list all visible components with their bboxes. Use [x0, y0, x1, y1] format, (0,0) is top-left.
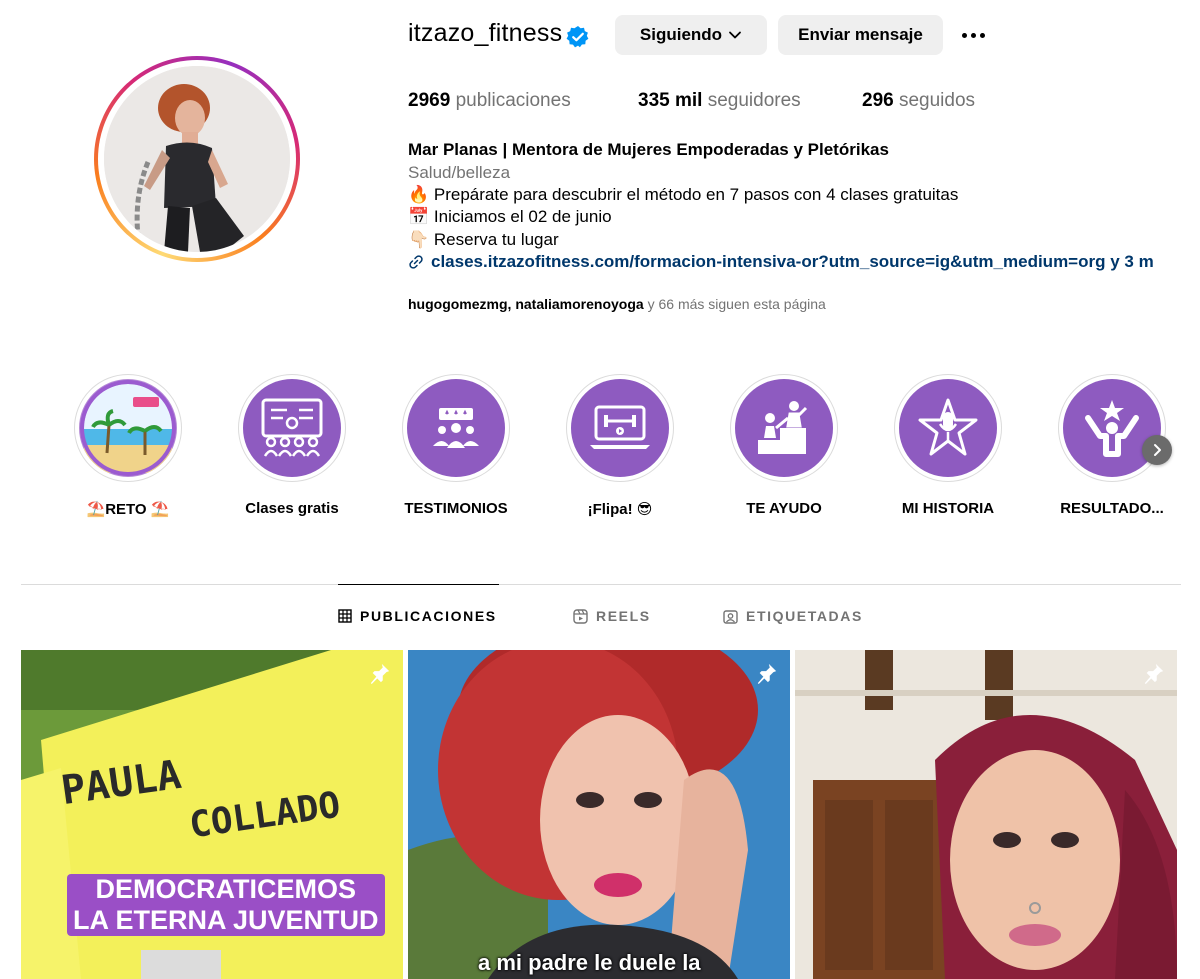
tab-etiquetadas[interactable]: ETIQUETADAS — [723, 608, 863, 624]
tagged-icon — [723, 609, 738, 624]
celebration-icon — [1063, 379, 1161, 477]
highlight-clases-gratis[interactable]: Clases gratis — [210, 374, 374, 517]
reels-icon — [573, 608, 588, 624]
avatar[interactable] — [104, 66, 290, 252]
avatar-gap — [98, 60, 296, 258]
highlight-ring — [1058, 374, 1166, 482]
post-tile[interactable]: PAULA COLLADO DEMOCRATICEMOS LA ETERNA J… — [21, 650, 403, 979]
highlight-label: RESULTADO... — [1060, 500, 1164, 517]
bio-line-3: 👇🏻 Reserva tu lugar — [408, 230, 559, 249]
highlight-label: ⛱️RETO ⛱️ — [86, 501, 170, 518]
help-step-icon — [735, 379, 833, 477]
posts-count-value: 2969 — [408, 90, 451, 111]
pinned-icon — [370, 663, 390, 684]
post-image — [408, 650, 790, 979]
posts-count: 2969 publicaciones — [408, 90, 571, 112]
followed-by-rest: y 66 más siguen esta página — [647, 296, 826, 312]
profile-username: itzazo_fitness — [408, 19, 563, 47]
chevron-down-icon — [729, 31, 741, 39]
highlight-ring — [402, 374, 510, 482]
tab-reels[interactable]: REELS — [573, 608, 651, 624]
highlight-ring — [238, 374, 346, 482]
post-caption-line-1: DEMOCRATICEMOS — [95, 874, 357, 904]
tab-publicaciones[interactable]: PUBLICACIONES — [338, 608, 497, 624]
avatar-photo — [104, 66, 290, 252]
followed-by[interactable]: hugogomezmg, nataliamorenoyoga y 66 más … — [408, 296, 826, 312]
pinned-icon — [1144, 663, 1164, 684]
highlight-ring — [730, 374, 838, 482]
post-image — [795, 650, 1177, 979]
highlight-label: TE AYUDO — [746, 500, 822, 517]
following-button[interactable]: Siguiendo — [615, 15, 767, 55]
verified-badge-icon — [566, 26, 589, 48]
star-microphone-icon — [899, 379, 997, 477]
highlight-reto[interactable]: ⛱️RETO ⛱️ — [46, 374, 210, 518]
tab-label: REELS — [596, 608, 651, 624]
tab-label: PUBLICACIONES — [360, 608, 497, 624]
beach-icon — [79, 379, 177, 477]
laptop-fitness-icon — [571, 379, 669, 477]
grid-icon — [338, 609, 352, 623]
chevron-right-icon — [1154, 444, 1161, 456]
post-caption: DEMOCRATICEMOS LA ETERNA JUVENTUD — [67, 874, 385, 936]
posts-count-label: publicaciones — [455, 90, 571, 111]
bio-line-1: 🔥 Prepárate para descubrir el método en … — [408, 185, 959, 204]
pinned-icon — [757, 663, 777, 684]
highlight-mi-historia[interactable]: MI HISTORIA — [866, 374, 1030, 517]
tabs-divider — [21, 584, 1181, 585]
highlight-ring — [566, 374, 674, 482]
highlights-next-button[interactable] — [1142, 435, 1172, 465]
bio-link[interactable]: clases.itzazofitness.com/formacion-inten… — [408, 252, 1183, 272]
followed-by-users: hugogomezmg, nataliamorenoyoga — [408, 296, 644, 312]
bio-line-2: 📅 Iniciamos el 02 de junio — [408, 207, 612, 226]
highlight-ring — [74, 374, 182, 482]
highlight-testimonios[interactable]: TESTIMONIOS — [374, 374, 538, 517]
bio-full-name: Mar Planas | Mentora de Mujeres Empodera… — [408, 140, 889, 159]
bio-category: Salud/belleza — [408, 163, 511, 182]
link-icon — [409, 255, 423, 269]
post-tile[interactable]: a mi padre le duele la — [408, 650, 790, 979]
following-count[interactable]: 296 seguidos — [862, 90, 975, 112]
following-count-value: 296 — [862, 90, 894, 111]
more-options-icon[interactable] — [957, 22, 989, 48]
followers-count-value: 335 mil — [638, 90, 703, 111]
video-subtitle: a mi padre le duele la — [478, 950, 701, 975]
highlight-label: Clases gratis — [245, 500, 339, 517]
bio-link-text: clases.itzazofitness.com/formacion-inten… — [431, 252, 1154, 271]
post-caption-line-2: LA ETERNA JUVENTUD — [73, 905, 379, 935]
profile-avatar-ring[interactable] — [94, 56, 300, 262]
highlight-label: TESTIMONIOS — [404, 500, 508, 517]
post-tile[interactable] — [795, 650, 1177, 979]
highlight-label: ¡Flipa! 😎 — [587, 501, 653, 518]
classroom-icon — [243, 379, 341, 477]
followers-count-label: seguidores — [707, 90, 801, 111]
followers-count[interactable]: 335 mil seguidores — [638, 90, 801, 112]
reviews-icon — [407, 379, 505, 477]
following-count-label: seguidos — [898, 90, 976, 111]
highlight-flipa[interactable]: ¡Flipa! 😎 — [538, 374, 702, 518]
highlight-te-ayudo[interactable]: TE AYUDO — [702, 374, 866, 517]
active-tab-indicator — [338, 584, 499, 585]
send-message-button[interactable]: Enviar mensaje — [778, 15, 943, 55]
send-message-label: Enviar mensaje — [798, 25, 923, 44]
tab-label: ETIQUETADAS — [746, 608, 863, 624]
highlight-label: MI HISTORIA — [901, 500, 995, 517]
highlight-ring — [894, 374, 1002, 482]
following-button-label: Siguiendo — [639, 25, 723, 44]
